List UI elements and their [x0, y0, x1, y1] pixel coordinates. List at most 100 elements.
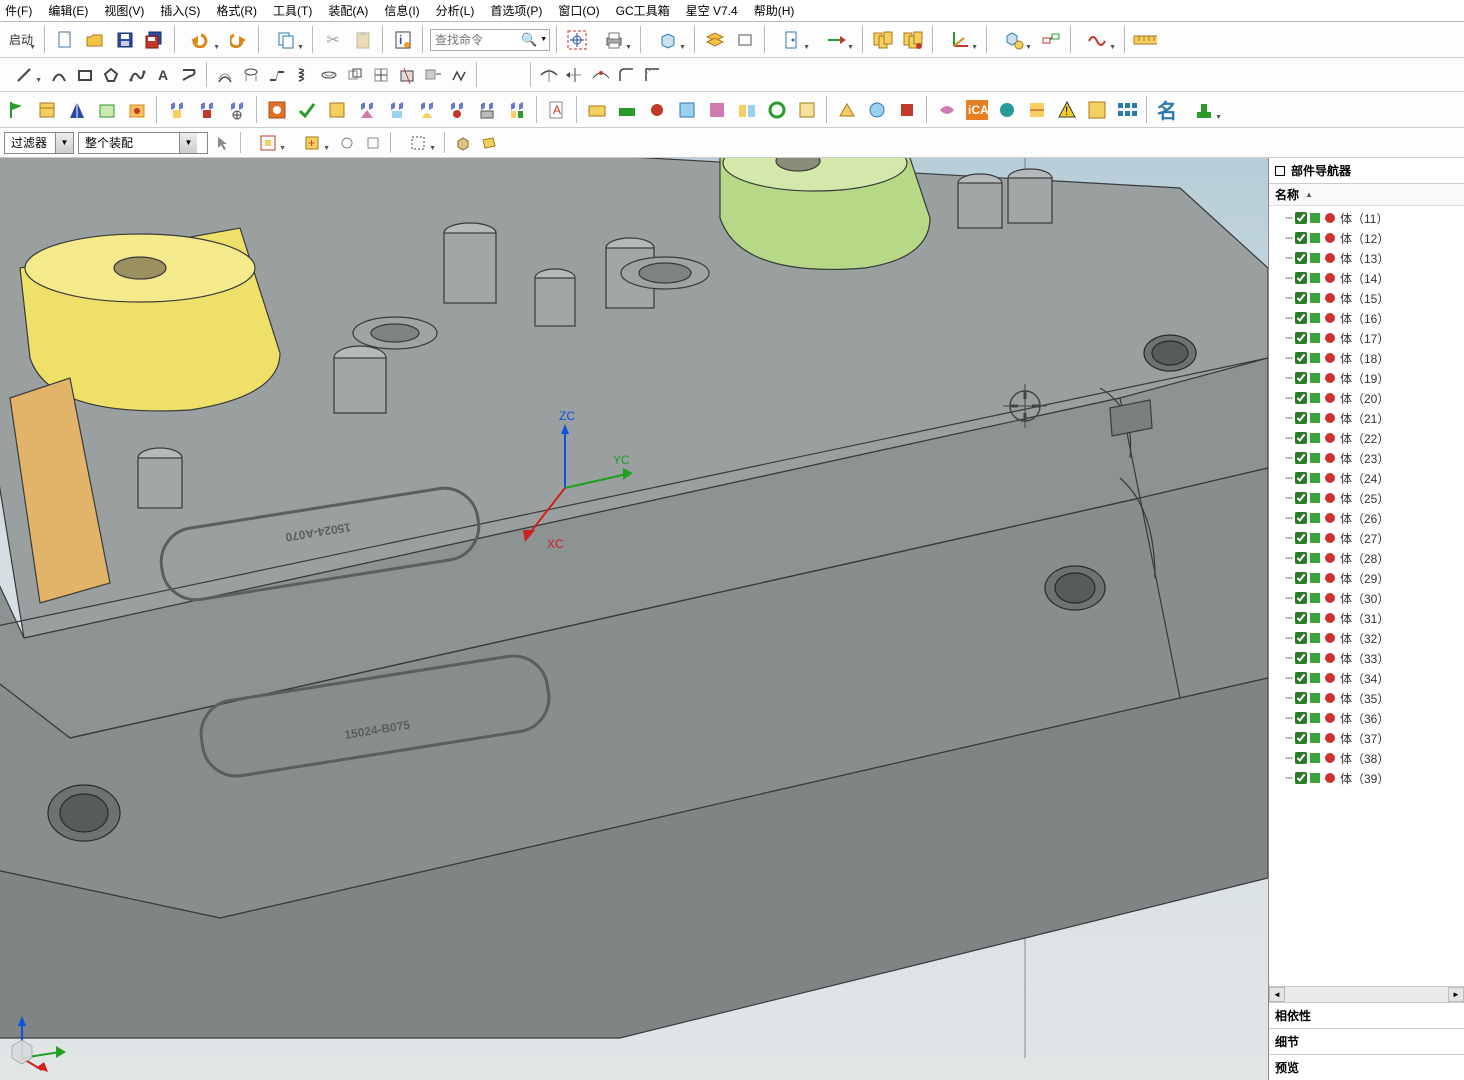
- check-icon[interactable]: [294, 97, 320, 123]
- extract-curve-icon[interactable]: [422, 64, 444, 86]
- book-icon[interactable]: [34, 97, 60, 123]
- node-visibility-checkbox[interactable]: [1295, 352, 1307, 364]
- node-visibility-checkbox[interactable]: [1295, 372, 1307, 384]
- divide-icon[interactable]: [590, 64, 612, 86]
- text-icon[interactable]: A: [152, 64, 174, 86]
- cat-b6[interactable]: [414, 97, 440, 123]
- assembly-filter-combo[interactable]: 整个装配 ▼: [78, 132, 208, 154]
- cat-b7[interactable]: [444, 97, 470, 123]
- intersect-curve-icon[interactable]: [344, 64, 366, 86]
- node-visibility-checkbox[interactable]: [1295, 732, 1307, 744]
- preview-section[interactable]: 预览: [1269, 1054, 1464, 1080]
- save-icon[interactable]: [112, 27, 138, 53]
- print-icon[interactable]: ▼: [594, 27, 634, 53]
- node-visibility-checkbox[interactable]: [1295, 632, 1307, 644]
- menu-window[interactable]: 窗口(O): [557, 0, 600, 21]
- tree-node[interactable]: ⋯体（28）: [1283, 548, 1464, 568]
- cut-icon[interactable]: ✂: [320, 27, 346, 53]
- node-visibility-checkbox[interactable]: [1295, 612, 1307, 624]
- mw15[interactable]: [1084, 97, 1110, 123]
- node-visibility-checkbox[interactable]: [1295, 712, 1307, 724]
- properties-icon[interactable]: i: [390, 27, 416, 53]
- dependency-section[interactable]: 相依性: [1269, 1002, 1464, 1028]
- sheets2-icon[interactable]: [900, 27, 926, 53]
- node-visibility-checkbox[interactable]: [1295, 212, 1307, 224]
- copy-icon[interactable]: ▼: [266, 27, 306, 53]
- menu-format[interactable]: 格式(R): [215, 0, 258, 21]
- icam-icon[interactable]: iCAM: [964, 97, 990, 123]
- node-visibility-checkbox[interactable]: [1295, 652, 1307, 664]
- menu-xingkong[interactable]: 星空 V7.4: [685, 0, 739, 21]
- bridge-curve-icon[interactable]: [266, 64, 288, 86]
- cat-b2[interactable]: [194, 97, 220, 123]
- scroll-right-icon[interactable]: ►: [1448, 987, 1464, 1002]
- save-all-icon[interactable]: [142, 27, 168, 53]
- model-viewport[interactable]: 15024-A070 15024-B075: [0, 158, 1268, 1080]
- mw9[interactable]: [834, 97, 860, 123]
- tree-node[interactable]: ⋯体（26）: [1283, 508, 1464, 528]
- node-visibility-checkbox[interactable]: [1295, 492, 1307, 504]
- chevron-down-icon[interactable]: ▼: [55, 133, 73, 153]
- tree-node[interactable]: ⋯体（32）: [1283, 628, 1464, 648]
- node-visibility-checkbox[interactable]: [1295, 532, 1307, 544]
- tree-node[interactable]: ⋯体（21）: [1283, 408, 1464, 428]
- column-header[interactable]: 名称 ▲: [1269, 184, 1464, 206]
- menu-prefs[interactable]: 首选项(P): [489, 0, 543, 21]
- scroll-track[interactable]: [1285, 987, 1448, 1002]
- node-visibility-checkbox[interactable]: [1295, 512, 1307, 524]
- cat-b4[interactable]: [354, 97, 380, 123]
- tree-node[interactable]: ⋯体（27）: [1283, 528, 1464, 548]
- extend-icon[interactable]: [564, 64, 586, 86]
- menu-analyze[interactable]: 分析(L): [435, 0, 476, 21]
- tree-node[interactable]: ⋯体（18）: [1283, 348, 1464, 368]
- tree-node[interactable]: ⋯体（11）: [1283, 208, 1464, 228]
- arc-icon[interactable]: [48, 64, 70, 86]
- mw1[interactable]: [584, 97, 610, 123]
- tree-node[interactable]: ⋯体（13）: [1283, 248, 1464, 268]
- scroll-left-icon[interactable]: ◄: [1269, 987, 1285, 1002]
- sheet-icon[interactable]: [324, 97, 350, 123]
- sel-window-icon[interactable]: ▼: [398, 132, 438, 154]
- tree-node[interactable]: ⋯体（31）: [1283, 608, 1464, 628]
- node-visibility-checkbox[interactable]: [1295, 392, 1307, 404]
- tree-node[interactable]: ⋯体（22）: [1283, 428, 1464, 448]
- node-visibility-checkbox[interactable]: [1295, 672, 1307, 684]
- assembly-icon[interactable]: ▼: [994, 27, 1034, 53]
- node-visibility-checkbox[interactable]: [1295, 252, 1307, 264]
- flag-icon[interactable]: [4, 97, 30, 123]
- tree-node[interactable]: ⋯体（14）: [1283, 268, 1464, 288]
- wcs-icon[interactable]: ▼: [940, 27, 980, 53]
- door-icon[interactable]: ▼: [772, 27, 812, 53]
- panel-toggle-icon[interactable]: [1275, 166, 1285, 176]
- mw4[interactable]: [674, 97, 700, 123]
- tree-node[interactable]: ⋯体（17）: [1283, 328, 1464, 348]
- menu-help[interactable]: 帮助(H): [753, 0, 796, 21]
- cat-b9[interactable]: [504, 97, 530, 123]
- name-icon[interactable]: 名: [1154, 97, 1180, 123]
- tree-node[interactable]: ⋯体（30）: [1283, 588, 1464, 608]
- mw13[interactable]: [994, 97, 1020, 123]
- tree-node[interactable]: ⋯体（36）: [1283, 708, 1464, 728]
- fillet-curve-icon[interactable]: [616, 64, 638, 86]
- project-curve-icon[interactable]: [240, 64, 262, 86]
- tree-node[interactable]: ⋯体（16）: [1283, 308, 1464, 328]
- measure-icon[interactable]: [1132, 27, 1158, 53]
- composite-curve-icon[interactable]: [448, 64, 470, 86]
- rect-curve-icon[interactable]: [74, 64, 96, 86]
- region-icon[interactable]: [264, 97, 290, 123]
- polygon-icon[interactable]: [100, 64, 122, 86]
- node-visibility-checkbox[interactable]: [1295, 272, 1307, 284]
- mw14[interactable]: [1024, 97, 1050, 123]
- tree-node[interactable]: ⋯体（25）: [1283, 488, 1464, 508]
- type-filter-combo[interactable]: 过滤器 ▼: [4, 132, 74, 154]
- helix-icon[interactable]: [292, 64, 314, 86]
- new-icon[interactable]: [52, 27, 78, 53]
- sel-unk2-icon[interactable]: [362, 132, 384, 154]
- tree-node[interactable]: ⋯体（34）: [1283, 668, 1464, 688]
- node-visibility-checkbox[interactable]: [1295, 472, 1307, 484]
- node-visibility-checkbox[interactable]: [1295, 552, 1307, 564]
- tree-node[interactable]: ⋯体（37）: [1283, 728, 1464, 748]
- cat-b3[interactable]: [224, 97, 250, 123]
- mw5[interactable]: [704, 97, 730, 123]
- tree-node[interactable]: ⋯体（29）: [1283, 568, 1464, 588]
